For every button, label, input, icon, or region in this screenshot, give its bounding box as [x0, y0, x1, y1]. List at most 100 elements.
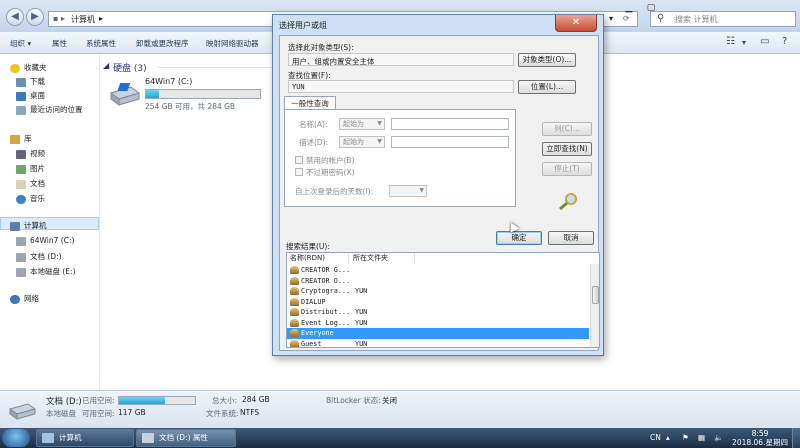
taskbar-item-properties[interactable]: 文档 (D:) 属性 [136, 429, 236, 447]
sidebar-item-music[interactable]: 音乐 [16, 193, 45, 204]
sidebar-item-drive-d[interactable]: 文档 (D:) [16, 251, 62, 262]
column-header-name[interactable]: 名称(RDN) [287, 253, 349, 264]
sidebar-item-downloads[interactable]: 下载 [16, 76, 45, 87]
column-header-folder[interactable]: 所在文件夹 [349, 253, 415, 264]
description-mode-select[interactable]: 起始为 ▼ [339, 136, 385, 148]
computer-icon: ▪ ▸ [53, 14, 65, 23]
result-name: CREATOR G... [301, 266, 351, 274]
change-view-icon[interactable]: ☷ [726, 36, 735, 47]
result-row[interactable]: Cryptogra... YUN [287, 286, 589, 297]
address-segment[interactable]: 计算机 [71, 14, 95, 25]
search-placeholder: 搜索 计算机 [675, 15, 718, 24]
result-row[interactable]: Guest YUN [287, 339, 589, 347]
sidebar-item-documents[interactable]: 文档 [16, 178, 45, 189]
minimize-button[interactable]: ▁ [618, 0, 640, 18]
close-button[interactable]: ✕ [555, 15, 597, 32]
flag-icon[interactable]: ⚑ [682, 433, 689, 442]
organize-button[interactable]: 组织 ▾ [10, 38, 31, 49]
search-results-list[interactable]: 名称(RDN) 所在文件夹 CREATOR G... CREATOR O... Cr… [286, 252, 600, 348]
search-input[interactable]: ⚲ 搜索 计算机 [650, 11, 796, 27]
sidebar-item-desktop[interactable]: 桌面 [16, 90, 45, 101]
scrollbar-thumb[interactable] [592, 286, 599, 304]
maximize-button[interactable]: ▢ [640, 0, 662, 18]
collapse-group-icon[interactable]: ◢ [103, 61, 109, 70]
tab-common-queries[interactable]: 一般性查询 [284, 96, 336, 110]
description-input[interactable] [391, 136, 509, 148]
library-icon [10, 134, 20, 144]
stop-button[interactable]: 停止(T) [542, 162, 592, 176]
dialog-title: 选择用户或组 [279, 21, 327, 30]
uninstall-program-button[interactable]: 卸载或更改程序 [136, 38, 189, 49]
help-icon[interactable]: ? [782, 36, 787, 47]
result-name: Distribut... [301, 308, 351, 316]
details-free-value: 117 GB [118, 408, 146, 417]
favorites-header[interactable]: 收藏夹 [10, 62, 47, 73]
user-group-icon [290, 339, 299, 347]
result-row[interactable]: DIALUP [287, 297, 589, 308]
magnifier-icon [559, 193, 577, 210]
user-group-icon [290, 318, 299, 327]
taskbar-item-computer[interactable]: 计算机 [36, 429, 134, 447]
show-hidden-icons-icon[interactable]: ▴ [666, 433, 670, 442]
network-icon[interactable]: ▦ [698, 433, 705, 442]
user-group-icon [290, 329, 299, 337]
name-input[interactable] [391, 118, 509, 130]
hard-drive-icon [8, 403, 36, 420]
group-header[interactable]: 硬盘 (3) [113, 61, 147, 74]
details-pane: 文档 (D:) 已用空间: 本地磁盘 可用空间: 117 GB 总大小: 284… [0, 390, 800, 428]
drive-icon [16, 236, 26, 246]
results-scrollbar[interactable] [590, 264, 599, 347]
star-icon [10, 63, 20, 73]
video-icon [16, 149, 26, 159]
clock[interactable]: 8:59 2018.06.星期四 [732, 429, 788, 447]
object-type-field: 用户、组或内置安全主体 [288, 53, 514, 66]
sidebar-item-recent[interactable]: 最近访问的位置 [16, 104, 83, 115]
result-row[interactable]: Event Log... YUN [287, 318, 589, 329]
user-group-icon [290, 287, 299, 295]
details-total-value: 284 GB [242, 395, 270, 404]
sidebar-item-drive-c[interactable]: 64Win7 (C:) [16, 236, 74, 246]
find-now-button[interactable]: 立即查找(N) [542, 142, 592, 156]
cancel-button[interactable]: 取消 [548, 231, 594, 245]
sidebar-item-computer[interactable]: 计算机 [0, 217, 99, 231]
chevron-right-icon[interactable]: ▸ [99, 14, 103, 23]
sidebar-item-drive-e[interactable]: 本地磁盘 (E:) [16, 266, 76, 277]
result-row[interactable]: CREATOR G... [287, 265, 589, 276]
days-since-logon-select[interactable]: ▼ [389, 185, 427, 197]
volume-icon[interactable]: 🔈 [714, 433, 723, 442]
show-desktop-button[interactable] [792, 428, 800, 448]
result-row[interactable]: CREATOR O... [287, 276, 589, 287]
sidebar-item-pictures[interactable]: 图片 [16, 163, 45, 174]
details-total-label: 总大小: [212, 396, 238, 405]
result-row[interactable]: Distribut... YUN [287, 307, 589, 318]
result-row[interactable]: Everyone [287, 328, 589, 339]
sidebar-item-videos[interactable]: 视频 [16, 148, 45, 159]
drive-usage-bar [145, 89, 261, 99]
properties-button[interactable]: 属性 [52, 38, 67, 49]
locations-button[interactable]: 位置(L)... [518, 80, 576, 94]
disabled-accounts-checkbox[interactable]: 禁用的帐户(B) [295, 155, 355, 166]
object-types-button[interactable]: 对象类型(O)... [518, 53, 576, 67]
start-button[interactable] [2, 429, 30, 447]
system-properties-button[interactable]: 系统属性 [86, 38, 116, 49]
dropdown-icon[interactable]: ▾ [609, 14, 613, 23]
details-bitlocker-label: BitLocker 状态: [326, 396, 381, 405]
close-icon: ✕ [571, 17, 581, 28]
sidebar-item-network[interactable]: 网络 [10, 293, 39, 304]
columns-button[interactable]: 列(C)... [542, 122, 592, 136]
desktop-icon [16, 91, 26, 101]
back-button[interactable]: ◀ [6, 8, 24, 26]
forward-button[interactable]: ▶ [26, 8, 44, 26]
details-fs-label: 文件系统: [206, 409, 239, 418]
days-since-logon-label: 自上次登录后的天数(I): [295, 187, 374, 196]
details-drive-name: 文档 (D:) [46, 397, 82, 407]
non-expiring-password-checkbox[interactable]: 不过期密码(X) [295, 167, 355, 178]
preview-pane-icon[interactable]: ▭ [760, 36, 769, 47]
libraries-header[interactable]: 库 [10, 133, 32, 144]
view-dropdown-icon[interactable]: ▾ [742, 38, 746, 47]
name-mode-select[interactable]: 起始为 ▼ [339, 118, 385, 130]
result-folder: YUN [355, 308, 368, 316]
language-indicator[interactable]: CN [650, 433, 661, 442]
ok-button[interactable]: 确定 [496, 231, 542, 245]
map-network-drive-button[interactable]: 映射网络驱动器 [206, 38, 259, 49]
